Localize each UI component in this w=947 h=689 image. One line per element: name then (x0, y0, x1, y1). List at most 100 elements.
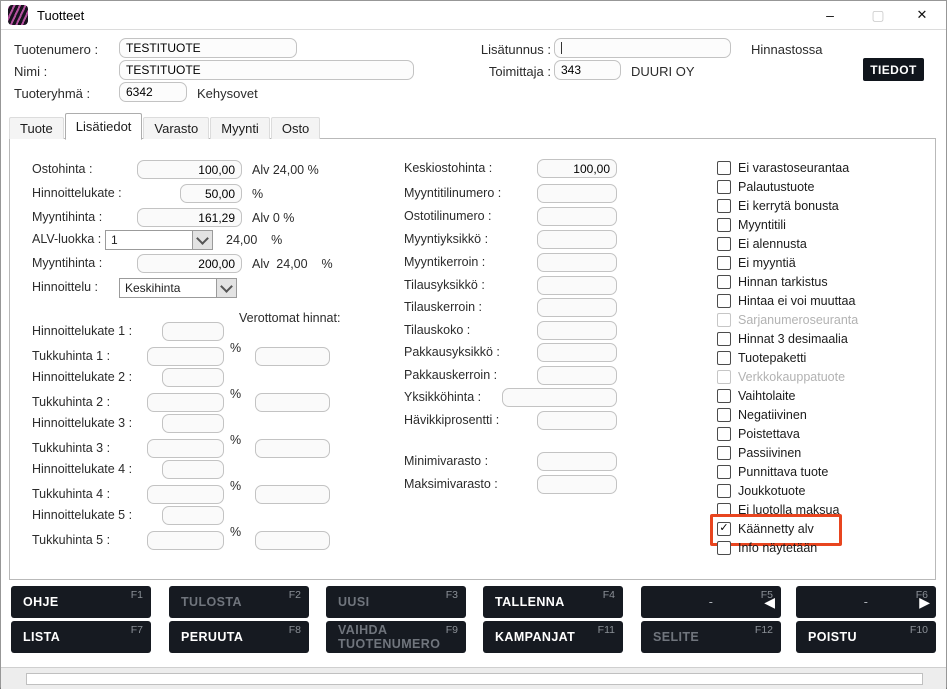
punnittava-tuote-checkbox[interactable] (717, 465, 731, 479)
minimivarasto-input[interactable] (537, 452, 617, 471)
fkey-label: F10 (910, 624, 928, 636)
tilausyksikko-label: Tilausyksikkö : (404, 278, 485, 292)
poistettava-checkbox[interactable] (717, 427, 731, 441)
tab-tuote[interactable]: Tuote (9, 117, 64, 139)
tab-lisatiedot[interactable]: Lisätiedot (65, 113, 143, 140)
next-button[interactable]: -F6▶ (796, 586, 936, 618)
poistu-button[interactable]: POISTUF10 (796, 621, 936, 653)
peruuta-button[interactable]: PERUUTAF8 (169, 621, 309, 653)
tallenna-button-label: TALLENNA (495, 595, 565, 609)
alv-luokka-select[interactable]: 1 (105, 230, 213, 250)
lisatunnus-input[interactable] (554, 38, 731, 58)
hinnoittelukate-1-input[interactable] (162, 322, 224, 341)
tukkuhinta-4-input[interactable] (147, 485, 224, 504)
tab-myynti[interactable]: Myynti (210, 117, 270, 139)
hinnat-3-desimaalia-checkbox[interactable] (717, 332, 731, 346)
ei-luotolla-maksua-checkbox[interactable] (717, 503, 731, 517)
percent-sign: % (230, 387, 241, 401)
maksimivarasto-input[interactable] (537, 475, 617, 494)
tukkuhinta-5-veroton-input[interactable] (255, 531, 330, 550)
hinnoittelukate-2-input[interactable] (162, 368, 224, 387)
passiivinen-checkbox[interactable] (717, 446, 731, 460)
tuotenumero-input[interactable]: TESTITUOTE (119, 38, 297, 58)
myyntiyksikko-input[interactable] (537, 230, 617, 249)
ei-myyntia-checkbox[interactable] (717, 256, 731, 270)
uusi-button[interactable]: UUSIF3 (326, 586, 466, 618)
selite-button[interactable]: SELITEF12 (641, 621, 781, 653)
prev-button[interactable]: -F5◀ (641, 586, 781, 618)
havikkiprosentti-input[interactable] (537, 411, 617, 430)
tukkuhinta-4-veroton-input[interactable] (255, 485, 330, 504)
ostohinta-input[interactable]: 100,00 (137, 160, 242, 179)
tuoteryhma-input[interactable]: 6342 (119, 82, 187, 102)
tukkuhinta-1-veroton-input[interactable] (255, 347, 330, 366)
hinnan-tarkistus-checkbox[interactable] (717, 275, 731, 289)
sarjanumeroseuranta-checkbox[interactable] (717, 313, 731, 327)
verkkokauppatuote-checkbox[interactable] (717, 370, 731, 384)
ei-alennusta-label: Ei alennusta (738, 237, 807, 251)
tilauskerroin-input[interactable] (537, 298, 617, 317)
tilausyksikko-input[interactable] (537, 276, 617, 295)
app-icon (8, 5, 28, 25)
tukkuhinta-5-input[interactable] (147, 531, 224, 550)
myyntihinta-input[interactable]: 200,00 (137, 254, 242, 273)
ei-alennusta-checkbox[interactable] (717, 237, 731, 251)
hinnoittelu-select[interactable]: Keskihinta (119, 278, 237, 298)
yksikkohinta-input[interactable] (502, 388, 617, 407)
ei-varastoseurantaa-label: Ei varastoseurantaa (738, 161, 849, 175)
tuotepaketti-checkbox[interactable] (717, 351, 731, 365)
tuotenumero-label: Tuotenumero : (14, 42, 98, 57)
tukkuhinta-3-input[interactable] (147, 439, 224, 458)
uusi-button-label: UUSI (338, 595, 369, 609)
pakkausyksikko-input[interactable] (537, 343, 617, 362)
info-naytetaan-checkbox[interactable] (717, 541, 731, 555)
hinnoittelukate-5-input[interactable] (162, 506, 224, 525)
hinnoittelu-label: Hinnoittelu : (32, 280, 98, 294)
nimi-input[interactable]: TESTITUOTE (119, 60, 414, 80)
myyntihinta-input[interactable]: 161,29 (137, 208, 242, 227)
ohje-button[interactable]: OHJEF1 (11, 586, 151, 618)
left-arrow-icon: ◀ (764, 595, 775, 609)
tukkuhinta-2-veroton-input[interactable] (255, 393, 330, 412)
chevron-down-icon[interactable] (216, 279, 236, 297)
ei-kerryta-bonusta-checkbox[interactable] (717, 199, 731, 213)
flag-punnittava-tuote: Punnittava tuote (717, 463, 828, 480)
tallenna-button[interactable]: TALLENNAF4 (483, 586, 623, 618)
ei-varastoseurantaa-checkbox[interactable] (717, 161, 731, 175)
tukkuhinta-3-veroton-input[interactable] (255, 439, 330, 458)
keskiostohinta-input[interactable]: 100,00 (537, 159, 617, 178)
tiedot-button[interactable]: TIEDOT (863, 58, 924, 81)
close-button[interactable]: ✕ (906, 1, 938, 29)
tilauskoko-input[interactable] (537, 321, 617, 340)
hinnoittelukate-3-input[interactable] (162, 414, 224, 433)
tukkuhinta-2-input[interactable] (147, 393, 224, 412)
lista-button[interactable]: LISTAF7 (11, 621, 151, 653)
tab-osto[interactable]: Osto (271, 117, 320, 139)
pakkauskerroin-input[interactable] (537, 366, 617, 385)
joukkotuote-checkbox[interactable] (717, 484, 731, 498)
tukkuhinta-1-input[interactable] (147, 347, 224, 366)
toimittaja-input[interactable]: 343 (554, 60, 621, 80)
hinnoittelukate-input[interactable]: 50,00 (180, 184, 242, 203)
tulosta-button[interactable]: TULOSTAF2 (169, 586, 309, 618)
kaannetty-alv-checkbox[interactable]: ✓ (717, 522, 731, 536)
tab-varasto[interactable]: Varasto (143, 117, 209, 139)
kampanjat-button[interactable]: KAMPANJATF11 (483, 621, 623, 653)
flag-ei-myyntia: Ei myyntiä (717, 254, 796, 271)
chevron-down-icon[interactable] (192, 231, 212, 249)
negatiivinen-checkbox[interactable] (717, 408, 731, 422)
vaihtolaite-checkbox[interactable] (717, 389, 731, 403)
palautustuote-checkbox[interactable] (717, 180, 731, 194)
myyntikerroin-input[interactable] (537, 253, 617, 272)
myyntitilinumero-input[interactable] (537, 184, 617, 203)
tulosta-button-label: TULOSTA (181, 595, 242, 609)
hinnoittelukate-4-input[interactable] (162, 460, 224, 479)
havikkiprosentti-label: Hävikkiprosentti : (404, 413, 499, 427)
vaihda-tuotenumero-button[interactable]: VAIHDA TUOTENUMEROF9 (326, 621, 466, 653)
hintaa-ei-voi-muuttaa-checkbox[interactable] (717, 294, 731, 308)
myyntitili-checkbox[interactable] (717, 218, 731, 232)
minimize-button[interactable]: – (814, 1, 846, 29)
ostotilinumero-input[interactable] (537, 207, 617, 226)
maximize-button[interactable]: ▢ (862, 1, 894, 29)
flag-poistettava: Poistettava (717, 425, 800, 442)
